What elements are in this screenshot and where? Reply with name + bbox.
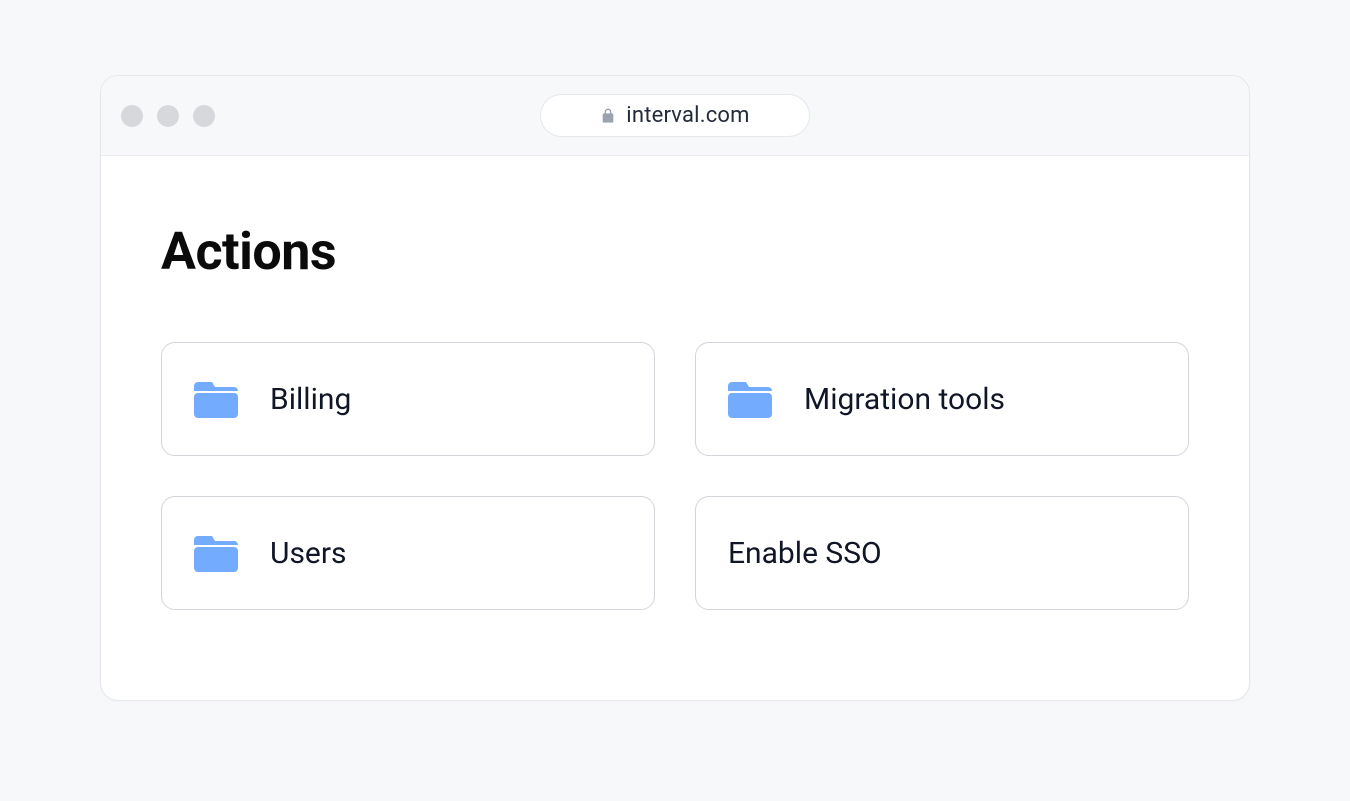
folder-icon — [728, 380, 772, 418]
page-content: Actions Billing Migrati — [101, 156, 1249, 700]
folder-icon — [194, 380, 238, 418]
action-card-users[interactable]: Users — [161, 496, 655, 610]
browser-chrome: interval.com — [101, 76, 1249, 156]
lock-icon — [600, 107, 616, 125]
actions-grid: Billing Migration tools — [161, 342, 1189, 610]
action-label: Billing — [270, 382, 351, 417]
folder-icon — [194, 534, 238, 572]
page-title: Actions — [161, 221, 1189, 282]
traffic-light-maximize[interactable] — [193, 105, 215, 127]
traffic-light-close[interactable] — [121, 105, 143, 127]
traffic-lights — [121, 105, 215, 127]
action-label: Enable SSO — [728, 536, 882, 571]
traffic-light-minimize[interactable] — [157, 105, 179, 127]
action-card-enable-sso[interactable]: Enable SSO — [695, 496, 1189, 610]
action-label: Users — [270, 536, 347, 571]
browser-window: interval.com Actions Billing — [100, 75, 1250, 701]
action-label: Migration tools — [804, 382, 1005, 417]
action-card-migration-tools[interactable]: Migration tools — [695, 342, 1189, 456]
url-bar[interactable]: interval.com — [540, 94, 810, 137]
action-card-billing[interactable]: Billing — [161, 342, 655, 456]
url-text: interval.com — [626, 103, 749, 128]
